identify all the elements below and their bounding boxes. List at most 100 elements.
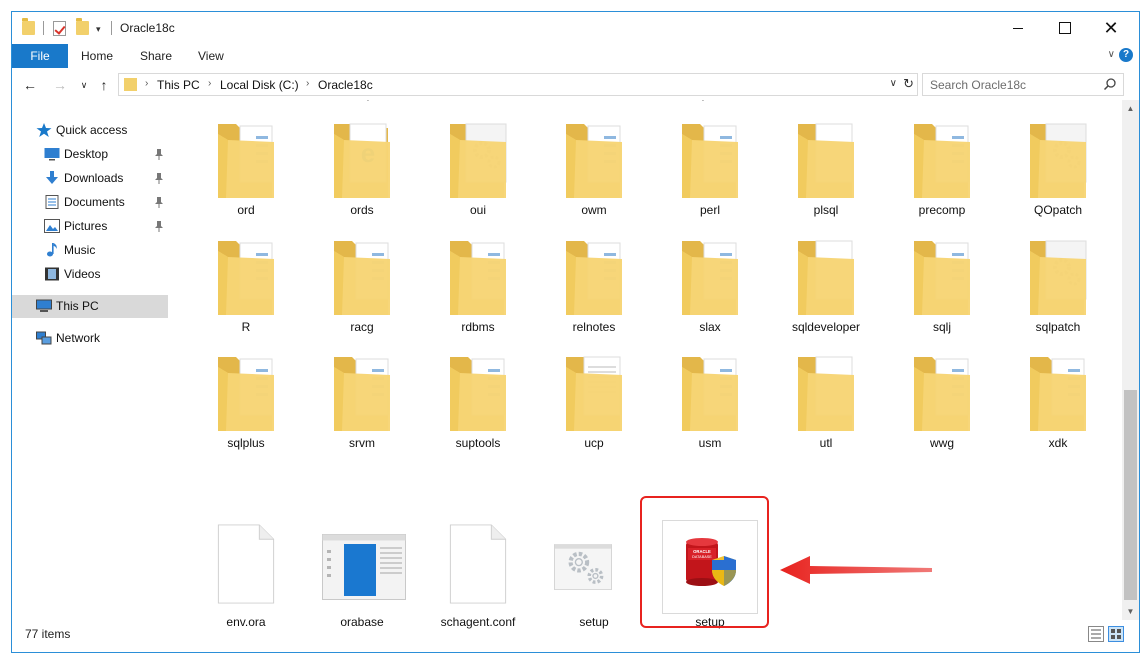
customize-toolbar-chevron-icon[interactable]: ▾ bbox=[96, 21, 101, 37]
sidebar-item-quick-access[interactable]: Quick access bbox=[12, 119, 168, 142]
folder-name: opmn bbox=[652, 100, 768, 101]
sidebar-item-videos[interactable]: Videos bbox=[12, 263, 168, 286]
pin-icon[interactable] bbox=[154, 148, 164, 160]
folder-icon bbox=[914, 241, 970, 315]
folder-icon bbox=[682, 124, 738, 198]
documents-icon bbox=[45, 195, 59, 209]
sidebar-item-label: Downloads bbox=[64, 171, 124, 185]
close-button[interactable]: ✕ bbox=[1088, 12, 1134, 44]
tab-share[interactable]: Share bbox=[140, 44, 172, 68]
up-button[interactable]: ↑ bbox=[94, 75, 114, 95]
recent-locations-chevron-icon[interactable]: ∨ bbox=[74, 75, 94, 95]
file-item[interactable]: schagent.conf bbox=[420, 512, 536, 629]
minimize-button[interactable] bbox=[995, 12, 1041, 44]
sidebar-item-pictures[interactable]: Pictures bbox=[12, 215, 168, 238]
address-bar[interactable]: › This PC › Local Disk (C:) › Oracle18c … bbox=[118, 73, 918, 96]
address-dropdown-chevron-icon[interactable]: ∨ bbox=[890, 78, 897, 89]
breadcrumb-separator[interactable]: › bbox=[306, 78, 309, 89]
file-item[interactable]: orabase bbox=[304, 512, 420, 629]
folder-item[interactable]: srvm bbox=[304, 337, 420, 453]
videos-icon bbox=[45, 267, 59, 281]
folder-item[interactable]: rdbms bbox=[420, 221, 536, 337]
file-item[interactable]: setup bbox=[536, 512, 652, 629]
folder-name: owm bbox=[581, 203, 607, 217]
properties-icon[interactable] bbox=[53, 21, 66, 36]
forward-button[interactable]: → bbox=[50, 75, 70, 95]
breadcrumb-separator[interactable]: › bbox=[208, 78, 211, 89]
new-folder-icon[interactable] bbox=[76, 18, 89, 35]
item-count: 77 items bbox=[25, 627, 71, 641]
breadcrumb-local-disk[interactable]: Local Disk (C:) bbox=[220, 78, 299, 92]
pin-icon[interactable] bbox=[154, 196, 164, 208]
expand-ribbon-chevron-icon[interactable]: ∨ bbox=[1108, 49, 1115, 60]
tab-home[interactable]: Home bbox=[81, 44, 113, 68]
folder-name: suptools bbox=[455, 436, 501, 450]
tab-file[interactable]: File bbox=[12, 44, 68, 68]
breadcrumb-this-pc[interactable]: This PC bbox=[157, 78, 200, 92]
search-box[interactable]: Search Oracle18c bbox=[922, 73, 1124, 96]
folder-item[interactable]: wwg bbox=[884, 337, 1000, 453]
tab-view[interactable]: View bbox=[198, 44, 224, 68]
help-icon[interactable]: ? bbox=[1119, 48, 1133, 62]
folder-item[interactable]: racg bbox=[304, 221, 420, 337]
folder-item[interactable]: ucp bbox=[536, 337, 652, 453]
folder-item[interactable]: owm bbox=[536, 104, 652, 220]
folder-name: xdk bbox=[1048, 436, 1068, 450]
search-placeholder[interactable]: Search Oracle18c bbox=[930, 78, 1026, 92]
breadcrumb-oracle18c[interactable]: Oracle18c bbox=[318, 78, 373, 92]
folder-item[interactable]: e ords bbox=[304, 104, 420, 220]
folder-item[interactable]: slax bbox=[652, 221, 768, 337]
folder-item[interactable]: perl bbox=[652, 104, 768, 220]
window-title: Oracle18c bbox=[120, 21, 175, 35]
folder-item[interactable]: plsql bbox=[768, 104, 884, 220]
red-arrow-annotation bbox=[780, 556, 932, 584]
folder-item[interactable]: sqlpatch bbox=[1000, 221, 1116, 337]
sidebar-item-this-pc[interactable]: This PC bbox=[12, 295, 168, 318]
folder-icon bbox=[798, 356, 854, 431]
folder-item[interactable]: ord bbox=[188, 104, 304, 220]
sidebar-item-desktop[interactable]: Desktop bbox=[12, 143, 168, 166]
download-icon bbox=[46, 171, 58, 184]
vertical-scrollbar[interactable]: ▲ ▼ bbox=[1122, 100, 1139, 620]
pin-icon[interactable] bbox=[154, 172, 164, 184]
folder-item[interactable]: suptools bbox=[420, 337, 536, 453]
folder-item[interactable]: R bbox=[188, 221, 304, 337]
folder-icon bbox=[914, 357, 970, 431]
folder-icon bbox=[1030, 123, 1087, 198]
folder-item[interactable]: utl bbox=[768, 337, 884, 453]
network-icon bbox=[36, 331, 52, 345]
search-icon[interactable] bbox=[1103, 77, 1117, 91]
folder-item[interactable]: QOpatch bbox=[1000, 104, 1116, 220]
folder-item[interactable]: xdk bbox=[1000, 337, 1116, 453]
pictures-icon bbox=[44, 219, 60, 233]
folder-icon bbox=[566, 241, 622, 315]
sidebar-item-music[interactable]: Music bbox=[12, 239, 168, 262]
details-view-icon[interactable] bbox=[1088, 626, 1104, 642]
folder-name: oledb bbox=[420, 100, 536, 101]
maximize-button[interactable] bbox=[1042, 12, 1088, 44]
back-button[interactable]: ← bbox=[20, 75, 40, 95]
sidebar-item-documents[interactable]: Documents bbox=[12, 191, 168, 214]
sidebar-item-network[interactable]: Network bbox=[12, 327, 168, 350]
breadcrumb-separator[interactable]: › bbox=[145, 78, 148, 89]
folder-item[interactable]: relnotes bbox=[536, 221, 652, 337]
folder-name: ord bbox=[237, 203, 255, 217]
large-icons-view-icon[interactable] bbox=[1108, 626, 1124, 642]
folder-name: slax bbox=[699, 320, 721, 334]
scroll-down-icon[interactable]: ▼ bbox=[1122, 603, 1139, 620]
folder-item[interactable]: sqlj bbox=[884, 221, 1000, 337]
pin-icon[interactable] bbox=[154, 220, 164, 232]
scrollbar-thumb[interactable] bbox=[1124, 390, 1137, 600]
folder-item[interactable]: oui bbox=[420, 104, 536, 220]
folder-item[interactable]: sqldeveloper bbox=[768, 221, 884, 337]
file-item[interactable]: env.ora bbox=[188, 512, 304, 629]
desktop-icon bbox=[44, 148, 60, 161]
sidebar-item-downloads[interactable]: Downloads bbox=[12, 167, 168, 190]
scroll-up-icon[interactable]: ▲ bbox=[1122, 100, 1139, 117]
folder-item[interactable]: sqlplus bbox=[188, 337, 304, 453]
folder-icon bbox=[914, 124, 970, 198]
folder-item[interactable]: usm bbox=[652, 337, 768, 453]
folder-item[interactable]: precomp bbox=[884, 104, 1000, 220]
folder-icon: e bbox=[334, 123, 390, 198]
refresh-icon[interactable]: ↻ bbox=[903, 76, 914, 92]
